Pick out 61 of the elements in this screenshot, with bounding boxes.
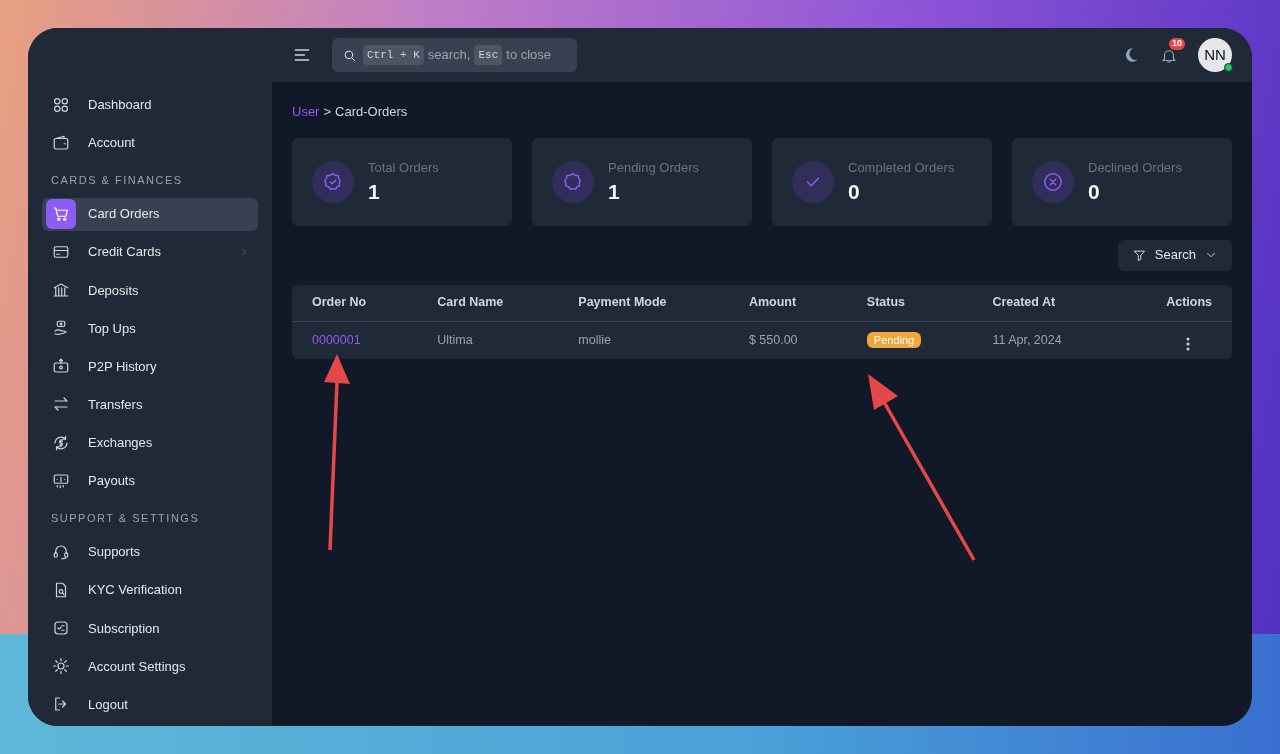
sidebar-item[interactable]: Logout xyxy=(42,687,258,721)
breadcrumb-text: Card-Orders xyxy=(335,103,408,121)
stat-label: Pending Orders xyxy=(608,159,700,178)
column-header: Card Name xyxy=(417,284,559,322)
checklist-icon xyxy=(52,619,70,638)
table-cell: mollie xyxy=(558,321,729,359)
currency-exchange-icon xyxy=(52,433,70,452)
stat-value: 0 xyxy=(848,178,861,205)
notification-count: 10 xyxy=(1169,38,1185,51)
column-header: Payment Mode xyxy=(558,284,729,322)
column-header: Status xyxy=(846,284,973,322)
wallet-upload-icon xyxy=(52,357,70,376)
sidebar-item[interactable]: Deposits xyxy=(42,273,258,307)
stat-label: Completed Orders xyxy=(848,159,955,178)
column-header: Order No xyxy=(292,284,418,322)
stat-value: 0 xyxy=(1088,178,1101,205)
sidebar-item[interactable]: Subscription xyxy=(42,611,258,645)
sidebar-item[interactable]: Top Ups xyxy=(42,311,258,345)
stat-label: Total Orders xyxy=(368,159,439,178)
badge-icon xyxy=(562,170,584,193)
breadcrumb-link[interactable]: User xyxy=(292,102,320,122)
wallet-icon xyxy=(52,133,70,152)
column-header: Amount xyxy=(728,284,847,322)
sidebar-item[interactable]: Account Settings xyxy=(42,649,258,683)
sidebar-item[interactable]: Dashboard xyxy=(42,88,258,122)
stat-value: 1 xyxy=(368,178,381,205)
section-heading: CARDS & FINANCES xyxy=(51,173,184,189)
stat-value: 1 xyxy=(608,178,621,205)
filter-search-button[interactable]: Search xyxy=(1117,239,1232,271)
stat-label: Declined Orders xyxy=(1088,159,1182,178)
section-heading: SUPPORT & SETTINGS xyxy=(51,511,201,527)
sidebar-item[interactable]: Transfers xyxy=(42,387,258,421)
verified-badge-icon xyxy=(322,170,344,193)
circle-x-icon xyxy=(1042,170,1064,193)
order-number-link[interactable]: 0000001 xyxy=(312,332,361,347)
sidebar-item[interactable]: Supports xyxy=(42,535,258,569)
avatar[interactable]: NN xyxy=(1198,38,1232,72)
column-header: Created At xyxy=(972,284,1118,322)
table-cell: 11 Apr, 2024 xyxy=(972,321,1118,359)
sidebar-item[interactable]: Payouts xyxy=(42,464,258,498)
filter-icon xyxy=(1131,247,1147,263)
cart-icon xyxy=(52,205,70,224)
sidebar-item[interactable]: KYC Verification xyxy=(42,573,258,607)
table-cell: $ 550.00 xyxy=(728,321,847,359)
hand-coin-icon xyxy=(52,319,70,338)
search-hint: Ctrl + K search, Esc to close xyxy=(363,44,552,66)
sidebar-item[interactable]: P2P History xyxy=(42,349,258,383)
cash-icon xyxy=(52,471,70,490)
headset-icon xyxy=(52,543,70,562)
more-vertical-icon xyxy=(1186,337,1190,352)
sidebar-item[interactable]: Account xyxy=(42,126,258,160)
status-badge: Pending xyxy=(866,331,922,348)
sidebar-item[interactable]: Credit Cards xyxy=(42,235,258,269)
bank-icon xyxy=(52,281,70,300)
column-header: Actions xyxy=(1117,284,1232,322)
table-cell: Ultima xyxy=(417,321,559,359)
sidebar-item[interactable]: Exchanges xyxy=(42,426,258,460)
sidebar-item[interactable]: Card Orders xyxy=(42,197,258,231)
search-field[interactable]: Ctrl + K search, Esc to close xyxy=(332,38,577,72)
grid-icon xyxy=(52,95,70,114)
breadcrumb-text: > xyxy=(323,103,332,121)
